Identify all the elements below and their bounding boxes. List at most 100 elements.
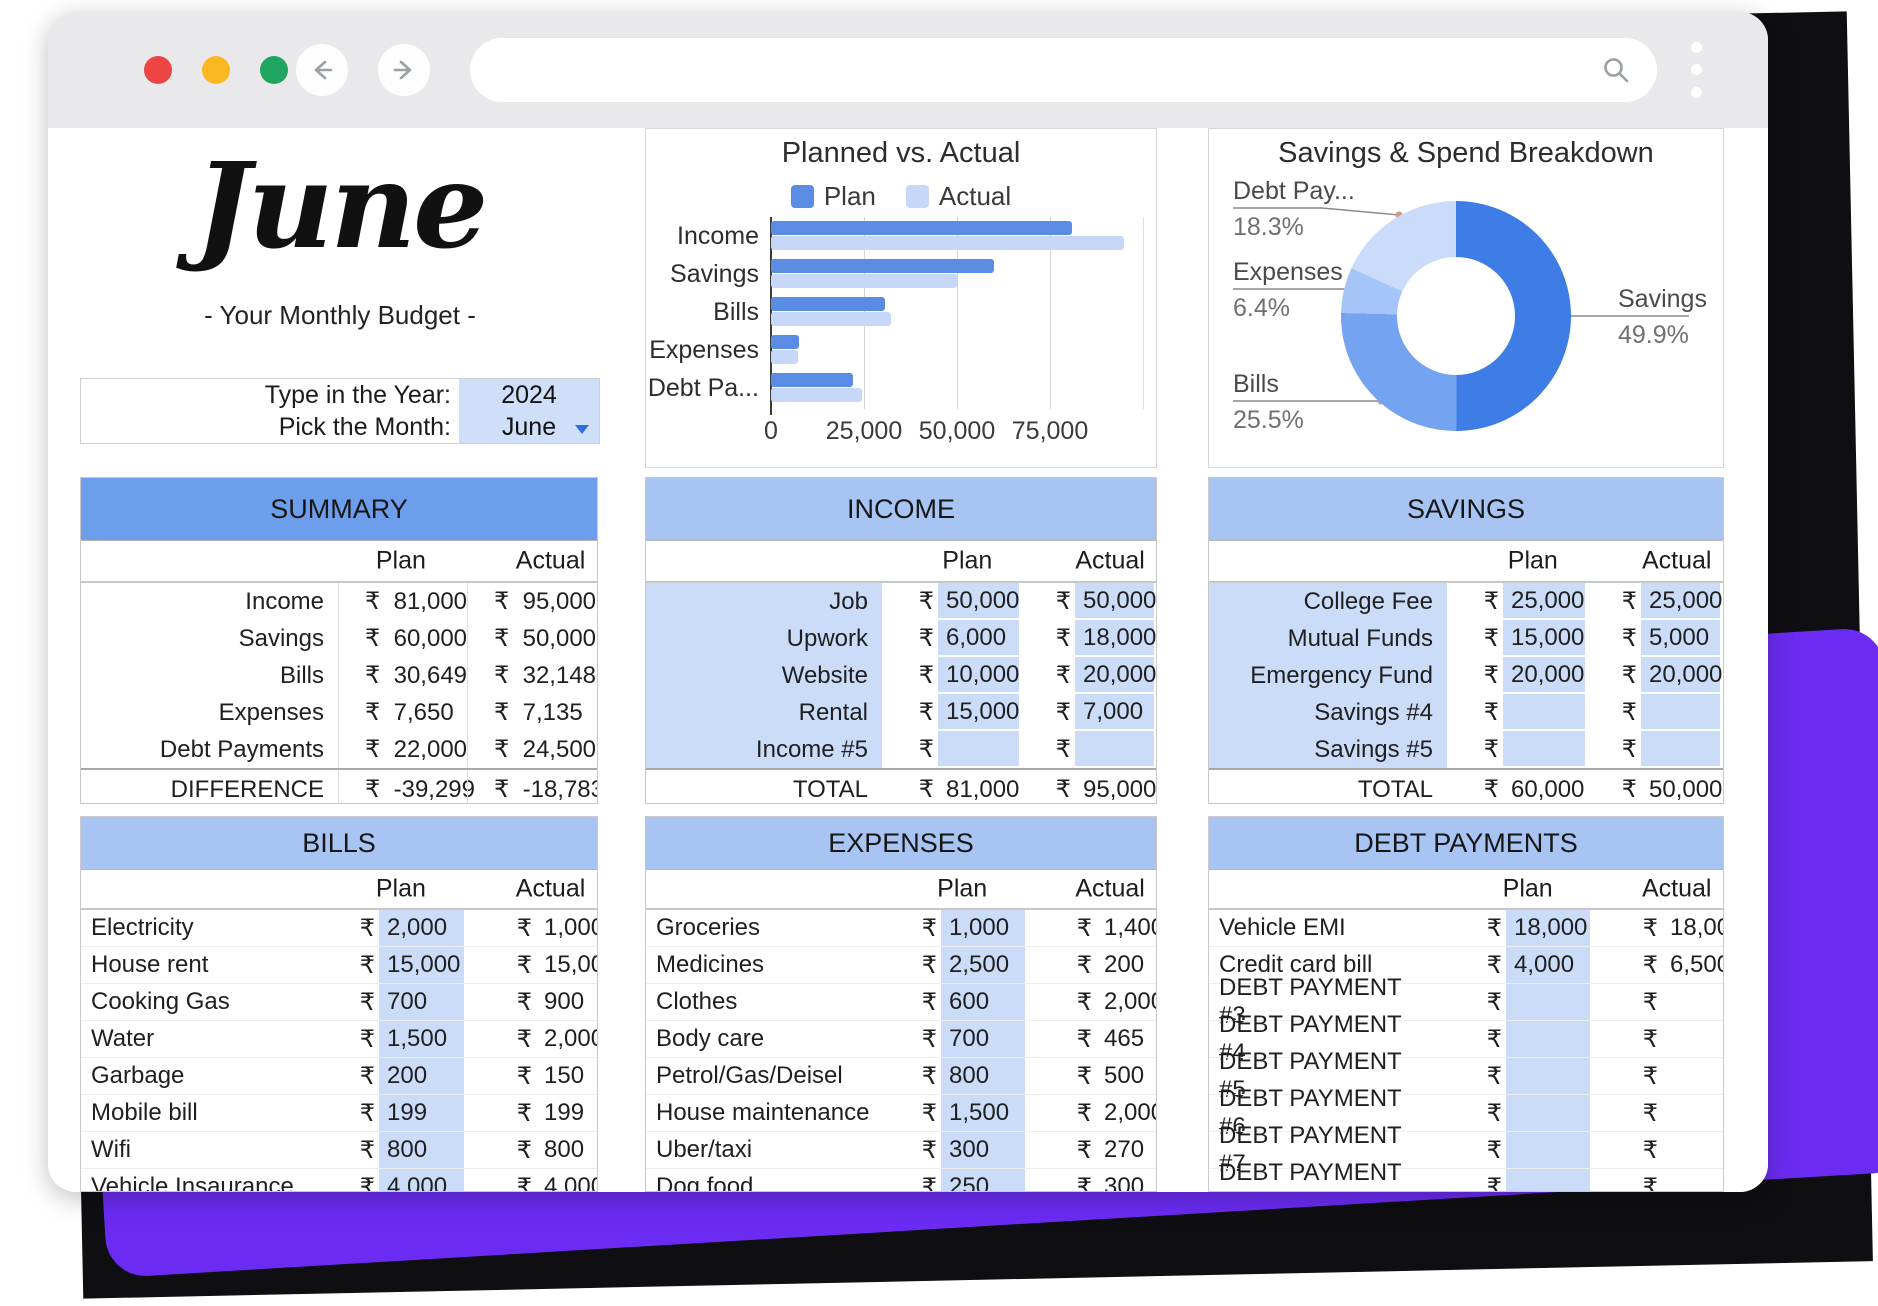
actual-value-cell[interactable]: 2,000 <box>1096 984 1154 1020</box>
actual-value-cell[interactable]: ₹ 7,135 <box>467 694 596 731</box>
actual-value-cell[interactable]: 800 <box>536 1132 595 1168</box>
plan-value-cell[interactable]: ₹ 7,650 <box>338 694 467 731</box>
actual-value-cell[interactable]: 1,400 <box>1096 910 1154 946</box>
actual-value-cell[interactable]: 500 <box>1096 1058 1154 1094</box>
traffic-light-minimize-button[interactable] <box>202 56 230 84</box>
plan-value-cell[interactable]: 250 <box>941 1169 1025 1192</box>
plan-value-cell[interactable]: 20,000 <box>1503 657 1585 694</box>
plan-value-cell[interactable] <box>1506 1095 1590 1131</box>
plan-value-cell[interactable] <box>938 731 1019 768</box>
actual-value-cell[interactable]: ₹ 32,148 <box>467 657 596 694</box>
plan-value-cell[interactable]: 4,000 <box>379 1169 464 1192</box>
plan-value-cell[interactable]: 1,000 <box>941 910 1025 946</box>
plan-value-cell[interactable]: 700 <box>379 984 464 1020</box>
total-plan-cell[interactable]: ₹ -39,299 <box>338 770 467 804</box>
total-actual-cell[interactable]: 95,000 <box>1075 770 1154 804</box>
actual-value-cell[interactable] <box>1075 731 1154 768</box>
plan-value-cell[interactable]: ₹ 81,000 <box>338 583 467 620</box>
total-plan-cell[interactable]: 60,000 <box>1503 770 1585 804</box>
actual-value-cell[interactable] <box>1662 1132 1721 1168</box>
menu-kebab-icon[interactable] <box>1691 38 1703 102</box>
plan-value-cell[interactable]: 600 <box>941 984 1025 1020</box>
plan-value-cell[interactable]: 1,500 <box>379 1021 464 1057</box>
plan-value-cell[interactable]: 15,000 <box>1503 620 1585 657</box>
actual-value-cell[interactable] <box>1641 731 1720 768</box>
actual-value-cell[interactable]: 4,000 <box>536 1169 595 1192</box>
actual-value-cell[interactable]: 199 <box>536 1095 595 1131</box>
plan-value-cell[interactable]: 800 <box>379 1132 464 1168</box>
actual-value-cell[interactable]: 2,000 <box>1096 1095 1154 1131</box>
year-input[interactable]: 2024 <box>459 379 599 411</box>
actual-value-cell[interactable]: 18,000 <box>1662 910 1721 946</box>
plan-value-cell[interactable]: ₹ 30,649 <box>338 657 467 694</box>
total-plan-cell[interactable]: 81,000 <box>938 770 1019 804</box>
actual-value-cell[interactable] <box>1662 1095 1721 1131</box>
actual-value-cell[interactable]: 7,000 <box>1075 694 1154 731</box>
plan-value-cell[interactable]: 199 <box>379 1095 464 1131</box>
chevron-down-icon[interactable] <box>575 425 589 434</box>
plan-value-cell[interactable]: 15,000 <box>938 694 1019 731</box>
actual-value-cell[interactable]: 900 <box>536 984 595 1020</box>
actual-value-cell[interactable]: 6,500 <box>1662 947 1721 983</box>
actual-value-cell[interactable] <box>1641 694 1720 731</box>
plan-value-cell[interactable]: 1,500 <box>941 1095 1025 1131</box>
plan-value-cell[interactable]: 18,000 <box>1506 910 1590 946</box>
actual-value-cell[interactable]: 15,000 <box>536 947 595 983</box>
plan-value-cell[interactable]: 25,000 <box>1503 583 1585 620</box>
back-button[interactable] <box>296 44 348 96</box>
plan-value-cell[interactable]: 2,000 <box>379 910 464 946</box>
plan-value-cell[interactable]: 10,000 <box>938 657 1019 694</box>
actual-value-cell[interactable]: 270 <box>1096 1132 1154 1168</box>
plan-value-cell[interactable]: 50,000 <box>938 583 1019 620</box>
plan-value-cell[interactable] <box>1506 1132 1590 1168</box>
plan-value-cell[interactable] <box>1503 694 1585 731</box>
actual-value-cell[interactable]: 2,000 <box>536 1021 595 1057</box>
url-bar[interactable] <box>470 38 1657 102</box>
actual-value-cell[interactable] <box>1662 984 1721 1020</box>
total-actual-cell[interactable]: ₹ -18,783 <box>467 770 596 804</box>
actual-value-cell[interactable]: 1,000 <box>536 910 595 946</box>
plan-value-cell[interactable]: 200 <box>379 1058 464 1094</box>
traffic-light-close-button[interactable] <box>144 56 172 84</box>
actual-value-cell[interactable]: 25,000 <box>1641 583 1720 620</box>
plan-value-cell[interactable]: 700 <box>941 1021 1025 1057</box>
rupee-symbol: ₹ <box>1585 731 1641 768</box>
plan-value-cell[interactable] <box>1506 1058 1590 1094</box>
actual-value-cell[interactable]: 150 <box>536 1058 595 1094</box>
actual-value-cell[interactable]: 465 <box>1096 1021 1154 1057</box>
plan-value-cell[interactable] <box>1506 984 1590 1020</box>
actual-value-cell[interactable] <box>1662 1021 1721 1057</box>
table-row: Upwork₹6,000₹18,000 <box>646 620 1156 657</box>
actual-value-cell[interactable]: ₹ 50,000 <box>467 620 596 657</box>
row-label: Job <box>646 583 882 620</box>
actual-value-cell[interactable]: 5,000 <box>1641 620 1720 657</box>
plan-value-cell[interactable]: 15,000 <box>379 947 464 983</box>
actual-value-cell[interactable]: ₹ 95,000 <box>467 583 596 620</box>
actual-value-cell[interactable] <box>1662 1169 1721 1192</box>
plan-value-cell[interactable]: 6,000 <box>938 620 1019 657</box>
actual-value-cell[interactable]: 20,000 <box>1075 657 1154 694</box>
plan-value-cell[interactable]: ₹ 60,000 <box>338 620 467 657</box>
rupee-symbol: ₹ <box>870 910 941 946</box>
actual-value-cell[interactable] <box>1662 1058 1721 1094</box>
rupee-symbol: ₹ <box>464 1132 536 1168</box>
plan-value-cell[interactable] <box>1506 1021 1590 1057</box>
search-icon[interactable] <box>1601 55 1631 85</box>
total-actual-cell[interactable]: 50,000 <box>1641 770 1720 804</box>
plan-value-cell[interactable]: 800 <box>941 1058 1025 1094</box>
actual-value-cell[interactable]: 50,000 <box>1075 583 1154 620</box>
plan-value-cell[interactable] <box>1503 731 1585 768</box>
actual-value-cell[interactable]: ₹ 24,500 <box>467 731 596 768</box>
table-row: Mutual Funds₹15,000₹5,000 <box>1209 620 1723 657</box>
plan-value-cell[interactable]: 300 <box>941 1132 1025 1168</box>
plan-value-cell[interactable]: ₹ 22,000 <box>338 731 467 768</box>
plan-value-cell[interactable] <box>1506 1169 1590 1192</box>
actual-value-cell[interactable]: 20,000 <box>1641 657 1720 694</box>
forward-button[interactable] <box>378 44 430 96</box>
plan-value-cell[interactable]: 4,000 <box>1506 947 1590 983</box>
actual-value-cell[interactable]: 200 <box>1096 947 1154 983</box>
actual-value-cell[interactable]: 18,000 <box>1075 620 1154 657</box>
actual-value-cell[interactable]: 300 <box>1096 1169 1154 1192</box>
plan-value-cell[interactable]: 2,500 <box>941 947 1025 983</box>
traffic-light-maximize-button[interactable] <box>260 56 288 84</box>
